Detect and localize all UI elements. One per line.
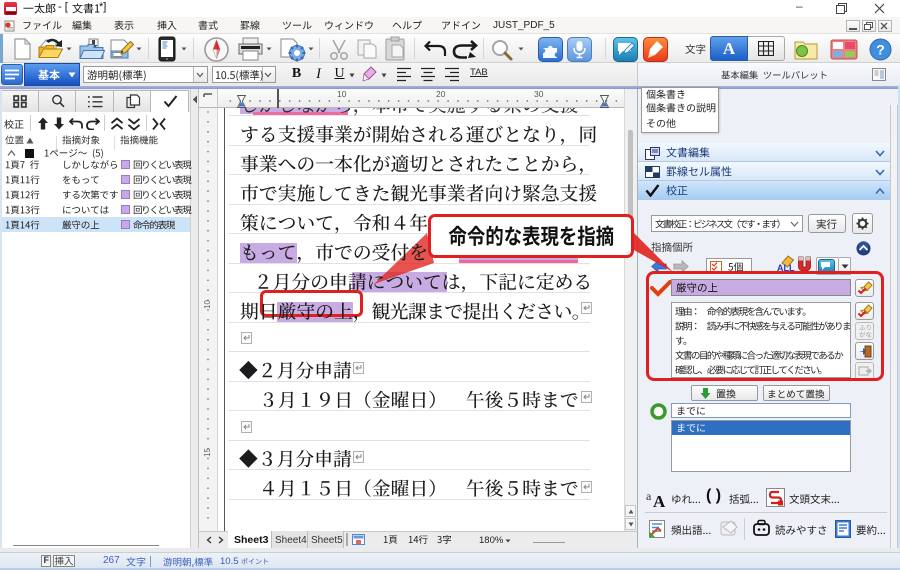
- svg-text:?: ?: [876, 42, 885, 58]
- svg-text:A: A: [653, 492, 666, 508]
- svg-text:a: a: [646, 489, 652, 503]
